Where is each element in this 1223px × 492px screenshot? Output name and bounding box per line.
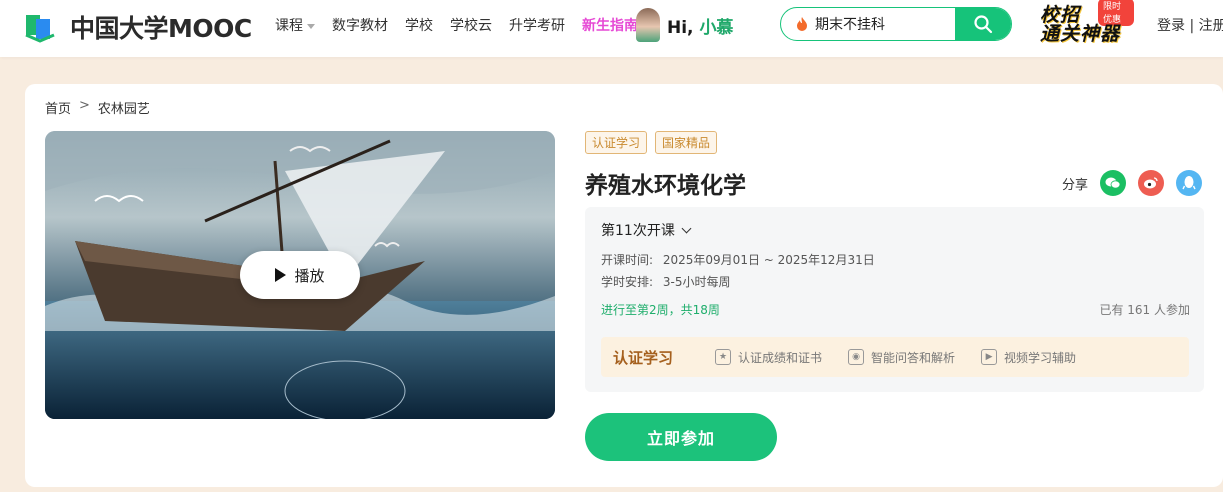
campus-recruit-promo[interactable]: 限时优惠 校招 通关神器 bbox=[1038, 0, 1134, 52]
course-progress-text: 进行至第2周，共18周 bbox=[601, 303, 720, 317]
wechat-icon[interactable] bbox=[1100, 170, 1127, 196]
greeting-prefix: Hi, bbox=[667, 17, 694, 38]
breadcrumb-home[interactable]: 首页 bbox=[45, 98, 71, 117]
cert-title: 认证学习 bbox=[613, 348, 674, 367]
weibo-icon[interactable] bbox=[1138, 170, 1165, 196]
nav-digital-textbook[interactable]: 数字教材 bbox=[332, 15, 388, 35]
course-tags: 认证学习 国家精品 bbox=[585, 131, 718, 154]
course-card: 首页 > 农林园艺 播放 认证学习 国家精品 养殖水环境化学 分享 第11次开课… bbox=[25, 84, 1223, 487]
main-nav: 课程 数字教材 学校 学校云 升学考研 新生指南 bbox=[275, 15, 655, 35]
cert-item-label: 认证成绩和证书 bbox=[738, 350, 823, 365]
flame-icon bbox=[797, 17, 807, 31]
share-bar: 分享 bbox=[1062, 170, 1203, 196]
logo-text: 中国大学MOOC bbox=[70, 14, 252, 43]
cert-item-ai-qa: ◉ 智能问答和解析 bbox=[848, 349, 955, 366]
joined-count: 已有 161 人参加 bbox=[1099, 303, 1190, 317]
play-button[interactable]: 播放 bbox=[240, 251, 360, 299]
play-label: 播放 bbox=[294, 266, 325, 285]
login-register-link[interactable]: 登录 | 注册 bbox=[1157, 15, 1223, 35]
breadcrumb: 首页 > 农林园艺 bbox=[45, 98, 150, 117]
course-time-row: 开课时间: 2025年09月01日 ~ 2025年12月31日 bbox=[601, 251, 875, 268]
mooc-logo-icon bbox=[25, 15, 55, 43]
nav-courses-label: 课程 bbox=[275, 18, 303, 34]
assistant-name: 小慕 bbox=[699, 17, 734, 38]
course-time-value: 2025年09月01日 ~ 2025年12月31日 bbox=[662, 253, 875, 267]
chevron-down-icon bbox=[681, 223, 692, 233]
session-selector[interactable]: 第11次开课 bbox=[601, 220, 692, 240]
qq-icon[interactable] bbox=[1176, 170, 1203, 196]
video-play-icon: ▶ bbox=[981, 349, 998, 365]
cert-item-score-certificate: ★ 认证成绩和证书 bbox=[715, 349, 822, 366]
assistant-avatar bbox=[636, 8, 660, 42]
course-schedule-value: 3-5小时每周 bbox=[662, 275, 731, 289]
search-input[interactable]: 期末不挂科 bbox=[815, 14, 955, 34]
join-course-button[interactable]: 立即参加 bbox=[585, 413, 777, 461]
tag-national-quality: 国家精品 bbox=[655, 131, 718, 154]
nav-school[interactable]: 学校 bbox=[405, 15, 433, 35]
breadcrumb-separator: > bbox=[79, 98, 90, 113]
site-logo[interactable]: 中国大学MOOC bbox=[24, 9, 252, 45]
breadcrumb-category[interactable]: 农林园艺 bbox=[98, 98, 150, 117]
search-button[interactable] bbox=[955, 8, 1011, 40]
certification-bar: 认证学习 ★ 认证成绩和证书 ◉ 智能问答和解析 ▶ 视频学习辅助 bbox=[601, 337, 1189, 377]
cert-item-label: 视频学习辅助 bbox=[1004, 350, 1077, 365]
search-bar[interactable]: 期末不挂科 bbox=[780, 7, 1012, 41]
course-video-player[interactable]: 播放 bbox=[45, 131, 555, 419]
cert-item-video-assist: ▶ 视频学习辅助 bbox=[981, 349, 1076, 366]
certificate-icon: ★ bbox=[715, 349, 732, 365]
nav-freshman-guide[interactable]: 新生指南 bbox=[582, 15, 638, 35]
search-icon bbox=[974, 15, 993, 34]
session-label: 第11次开课 bbox=[601, 223, 675, 239]
nav-school-cloud[interactable]: 学校云 bbox=[450, 15, 492, 35]
top-header: 中国大学MOOC 课程 数字教材 学校 学校云 升学考研 新生指南 Hi, 小慕… bbox=[0, 0, 1223, 57]
course-schedule-row: 学时安排: 3-5小时每周 bbox=[601, 273, 730, 290]
share-label: 分享 bbox=[1062, 177, 1089, 193]
play-icon bbox=[275, 268, 287, 282]
robot-icon: ◉ bbox=[848, 349, 865, 365]
assistant-greeting[interactable]: Hi, 小慕 bbox=[636, 8, 733, 42]
course-time-label: 开课时间: bbox=[601, 253, 654, 267]
course-info-panel: 第11次开课 开课时间: 2025年09月01日 ~ 2025年12月31日 学… bbox=[585, 207, 1204, 392]
greeting-text: Hi, 小慕 bbox=[667, 13, 733, 38]
chevron-down-icon bbox=[307, 23, 315, 29]
promo-logo: 校招 通关神器 bbox=[1040, 4, 1121, 45]
nav-postgrad[interactable]: 升学考研 bbox=[509, 15, 565, 35]
cert-item-label: 智能问答和解析 bbox=[871, 350, 956, 365]
nav-courses[interactable]: 课程 bbox=[275, 15, 315, 35]
tag-certified: 认证学习 bbox=[585, 131, 648, 154]
course-title: 养殖水环境化学 bbox=[585, 173, 746, 199]
course-schedule-label: 学时安排: bbox=[601, 275, 654, 289]
